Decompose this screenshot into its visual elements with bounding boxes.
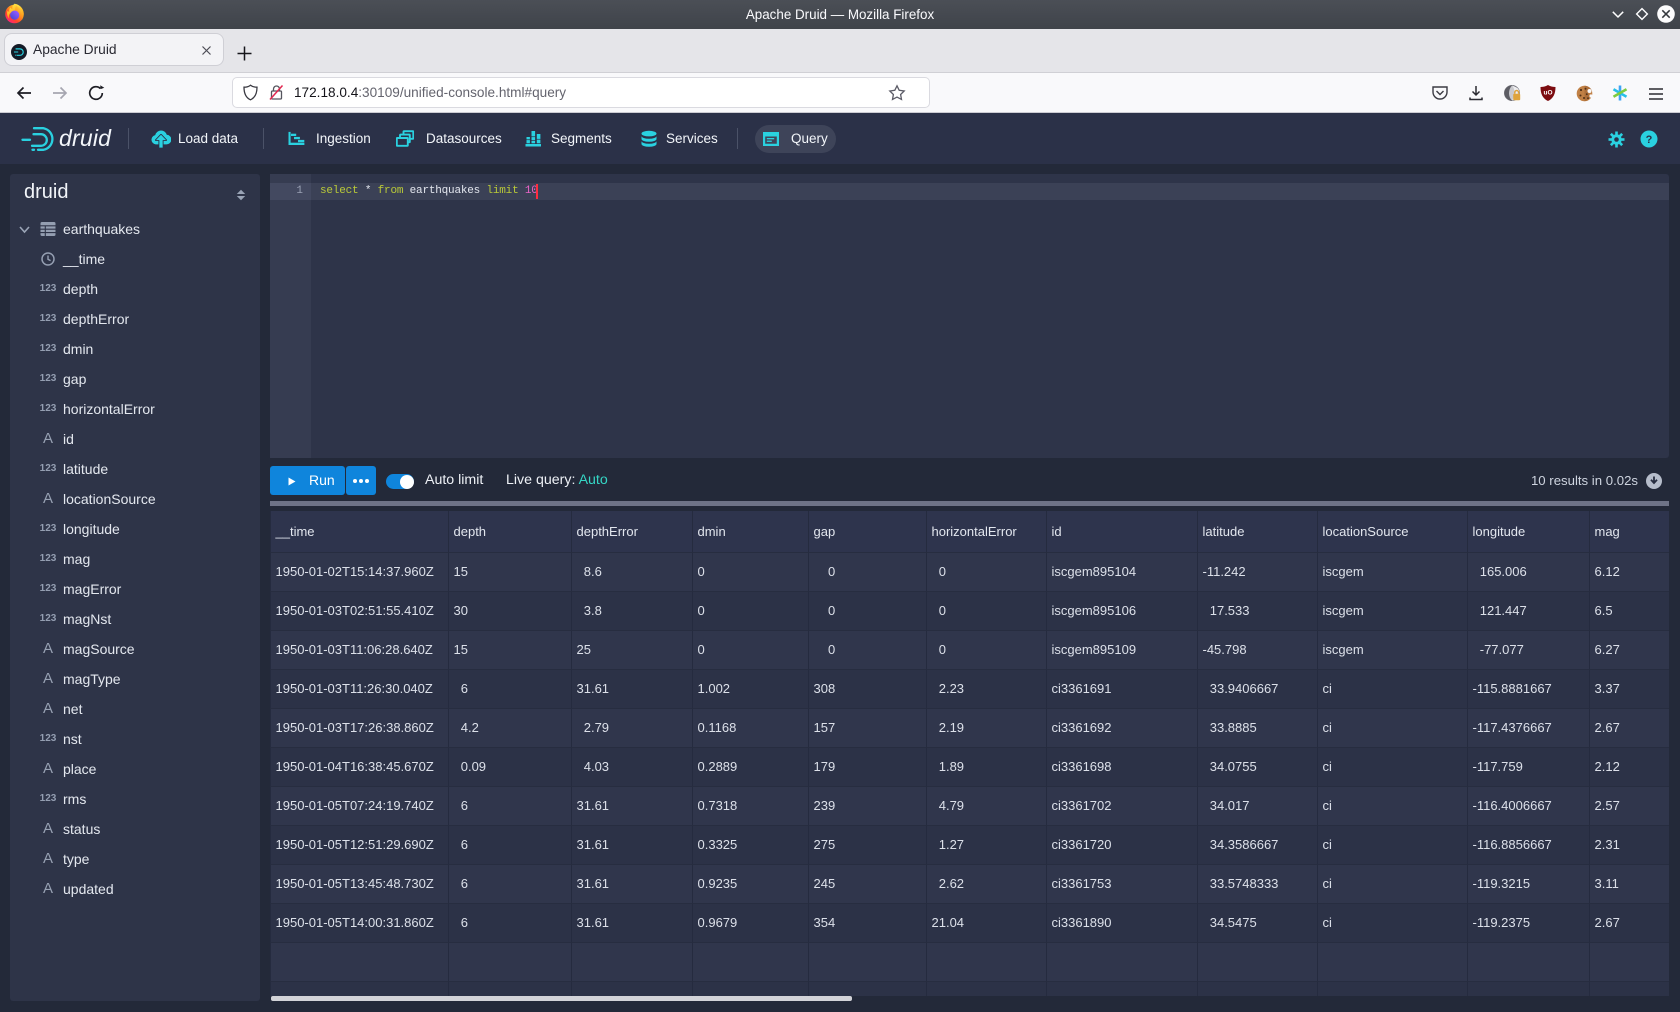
svg-text:uO: uO [1543, 90, 1552, 97]
svg-text:?: ? [1646, 134, 1653, 146]
